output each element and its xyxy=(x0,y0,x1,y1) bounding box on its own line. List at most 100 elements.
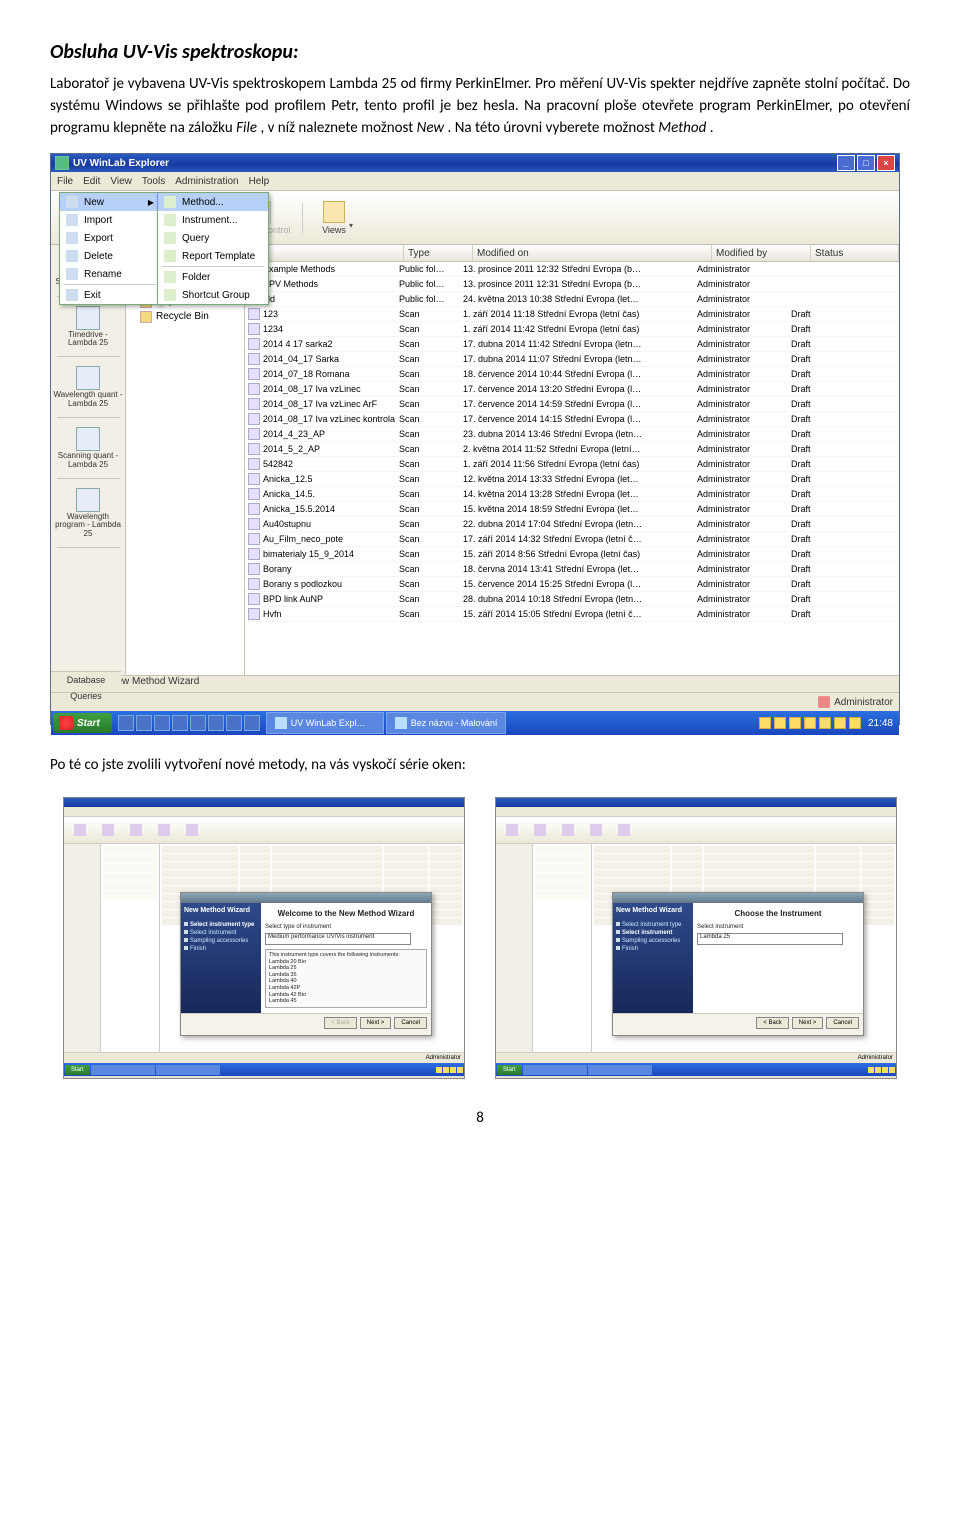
folder-tree[interactable]: InstrumentsQueriesReport TemplatesReport… xyxy=(126,245,245,675)
ql-icon[interactable] xyxy=(154,715,170,731)
tree-node[interactable]: Recycle Bin xyxy=(130,309,240,324)
file-menu-item[interactable]: Delete xyxy=(60,247,160,265)
taskbar-app-winlab[interactable]: UV WinLab Expl… xyxy=(266,712,384,734)
back-button[interactable]: < Back xyxy=(756,1017,789,1029)
quick-launch[interactable] xyxy=(118,715,260,731)
menu-administration[interactable]: Administration xyxy=(175,176,238,187)
minimize-button[interactable]: _ xyxy=(837,155,855,171)
col-modified[interactable]: Modified on xyxy=(473,245,712,261)
task-btn[interactable] xyxy=(588,1065,652,1075)
start-button[interactable]: Start xyxy=(497,1065,522,1075)
tray-icon[interactable] xyxy=(774,717,786,729)
maximize-button[interactable]: □ xyxy=(857,155,875,171)
table-row[interactable]: 2014_08_17 Iva vzLinec ArFScan17. červen… xyxy=(245,397,899,412)
table-row[interactable]: 542842Scan1. září 2014 11:56 Střední Evr… xyxy=(245,457,899,472)
table-row[interactable]: bimaterialy 15_9_2014Scan15. září 2014 8… xyxy=(245,547,899,562)
table-header[interactable]: me Type Modified on Modified by Status xyxy=(245,245,899,262)
instrument-type-select[interactable]: Medium performance UV/Vis instrument xyxy=(265,933,411,945)
toolbar-views[interactable]: Views ▾ xyxy=(309,199,359,237)
task-btn[interactable] xyxy=(156,1065,220,1075)
col-modifiedby[interactable]: Modified by xyxy=(712,245,811,261)
taskbar[interactable]: Start UV WinLab Expl… Bez názvu - Malová… xyxy=(51,711,899,735)
menu-help[interactable]: Help xyxy=(249,176,270,187)
tray-icon[interactable] xyxy=(849,717,861,729)
file-menu-item[interactable]: Rename xyxy=(60,265,160,283)
rail-item[interactable]: Timedrive - Lambda 25 xyxy=(53,306,123,348)
file-menu[interactable]: New▶ImportExportDeleteRename Exit xyxy=(59,192,161,305)
menu-file[interactable]: File xyxy=(57,176,73,187)
new-submenu-item[interactable]: Report Template xyxy=(158,247,268,265)
ql-icon[interactable] xyxy=(172,715,188,731)
taskbar-app-paint[interactable]: Bez názvu - Malování xyxy=(386,712,507,734)
table-row[interactable]: Au_Film_neco_poteScan17. září 2014 14:32… xyxy=(245,532,899,547)
table-row[interactable]: Anicka_15.5.2014Scan15. května 2014 18:5… xyxy=(245,502,899,517)
tray-icon[interactable] xyxy=(759,717,771,729)
new-submenu[interactable]: Method...Instrument...QueryReport Templa… xyxy=(157,192,269,305)
new-submenu-item[interactable]: Instrument... xyxy=(158,211,268,229)
ql-icon[interactable] xyxy=(226,715,242,731)
table-row[interactable]: 1234Scan1. září 2014 11:42 Střední Evrop… xyxy=(245,322,899,337)
new-submenu-item[interactable]: Query xyxy=(158,229,268,247)
tray-icon[interactable] xyxy=(819,717,831,729)
ql-icon[interactable] xyxy=(244,715,260,731)
cancel-button[interactable]: Cancel xyxy=(826,1017,859,1029)
table-row[interactable]: SPV MethodsPublic fol…13. prosince 2011 … xyxy=(245,277,899,292)
menu-edit[interactable]: Edit xyxy=(83,176,100,187)
new-method-wizard[interactable]: New Method Wizard Select instrument type… xyxy=(612,892,864,1036)
table-row[interactable]: 123Scan1. září 2014 11:18 Střední Evropa… xyxy=(245,307,899,322)
rail-item[interactable]: Wavelength quant - Lambda 25 xyxy=(53,366,123,408)
table-row[interactable]: 2014_5_2_APScan2. května 2014 11:52 Stře… xyxy=(245,442,899,457)
file-menu-item[interactable]: New▶ xyxy=(60,193,160,211)
close-button[interactable]: × xyxy=(877,155,895,171)
table-row[interactable]: Borany s podlozkouScan15. července 2014 … xyxy=(245,577,899,592)
table-row[interactable]: 2014_04_17 SarkaScan17. dubna 2014 11:07… xyxy=(245,352,899,367)
file-menu-item[interactable]: Exit xyxy=(60,286,160,304)
system-tray[interactable]: 21:48 xyxy=(755,717,897,729)
table-row[interactable]: BoranyScan18. června 2014 13:41 Střední … xyxy=(245,562,899,577)
task-btn[interactable] xyxy=(91,1065,155,1075)
menu-tools[interactable]: Tools xyxy=(142,176,165,187)
table-row[interactable]: 2014_4_23_APScan23. dubna 2014 13:46 Stř… xyxy=(245,427,899,442)
table-row[interactable]: Anicka_12.5Scan12. května 2014 13:33 Stř… xyxy=(245,472,899,487)
ql-icon[interactable] xyxy=(190,715,206,731)
table-row[interactable]: BPD link AuNPScan28. dubna 2014 10:18 St… xyxy=(245,592,899,607)
new-submenu-item[interactable]: Method... xyxy=(158,193,268,211)
col-status[interactable]: Status xyxy=(811,245,899,261)
cancel-button[interactable]: Cancel xyxy=(394,1017,427,1029)
table-row[interactable]: 2014_07_18 RomanaScan18. července 2014 1… xyxy=(245,367,899,382)
ql-icon[interactable] xyxy=(208,715,224,731)
left-rail[interactable]: Scan - Lambda 25Timedrive - Lambda 25Wav… xyxy=(51,245,126,675)
database-queries-tab[interactable]: Database Queries xyxy=(51,671,121,688)
sysbuttons[interactable]: _ □ × xyxy=(837,155,895,171)
tray-icon[interactable] xyxy=(804,717,816,729)
file-menu-item[interactable]: Export xyxy=(60,229,160,247)
table-row[interactable]: Au40stupnuScan22. dubna 2014 17:04 Střed… xyxy=(245,517,899,532)
ql-icon[interactable] xyxy=(118,715,134,731)
tray-icon[interactable] xyxy=(834,717,846,729)
col-type[interactable]: Type xyxy=(404,245,473,261)
menubar[interactable]: File Edit View Tools Administration Help xyxy=(51,172,899,191)
table-row[interactable]: Anicka_14.5.Scan14. května 2014 13:28 St… xyxy=(245,487,899,502)
back-button[interactable]: < Back xyxy=(324,1017,357,1029)
table-body[interactable]: Example MethodsPublic fol…13. prosince 2… xyxy=(245,262,899,675)
ql-icon[interactable] xyxy=(136,715,152,731)
instrument-select[interactable]: Lambda 25 xyxy=(697,933,843,945)
new-method-wizard[interactable]: New Method Wizard Select instrument type… xyxy=(180,892,432,1036)
table-row[interactable]: 2014_08_17 Iva vzLinec kontrolaScan17. č… xyxy=(245,412,899,427)
file-menu-item[interactable]: Import xyxy=(60,211,160,229)
new-submenu-item[interactable]: Shortcut Group xyxy=(158,286,268,304)
rail-item[interactable]: Scanning quant - Lambda 25 xyxy=(53,427,123,469)
next-button[interactable]: Next > xyxy=(792,1017,824,1029)
next-button[interactable]: Next > xyxy=(360,1017,392,1029)
menu-view[interactable]: View xyxy=(110,176,132,187)
task-btn[interactable] xyxy=(523,1065,587,1075)
table-row[interactable]: 2014_08_17 Iva vzLinecScan17. července 2… xyxy=(245,382,899,397)
table-row[interactable]: Example MethodsPublic fol…13. prosince 2… xyxy=(245,262,899,277)
start-button[interactable]: Start xyxy=(65,1065,90,1075)
rail-item[interactable]: Wavelength program - Lambda 25 xyxy=(53,488,123,538)
table-row[interactable]: 2014 4 17 sarka2Scan17. dubna 2014 11:42… xyxy=(245,337,899,352)
dropdown-arrow-icon[interactable]: ▾ xyxy=(349,221,353,230)
table-row[interactable]: oldPublic fol…24. května 2013 10:38 Stře… xyxy=(245,292,899,307)
tray-icon[interactable] xyxy=(789,717,801,729)
table-row[interactable]: HvfnScan15. září 2014 15:05 Střední Evro… xyxy=(245,607,899,622)
